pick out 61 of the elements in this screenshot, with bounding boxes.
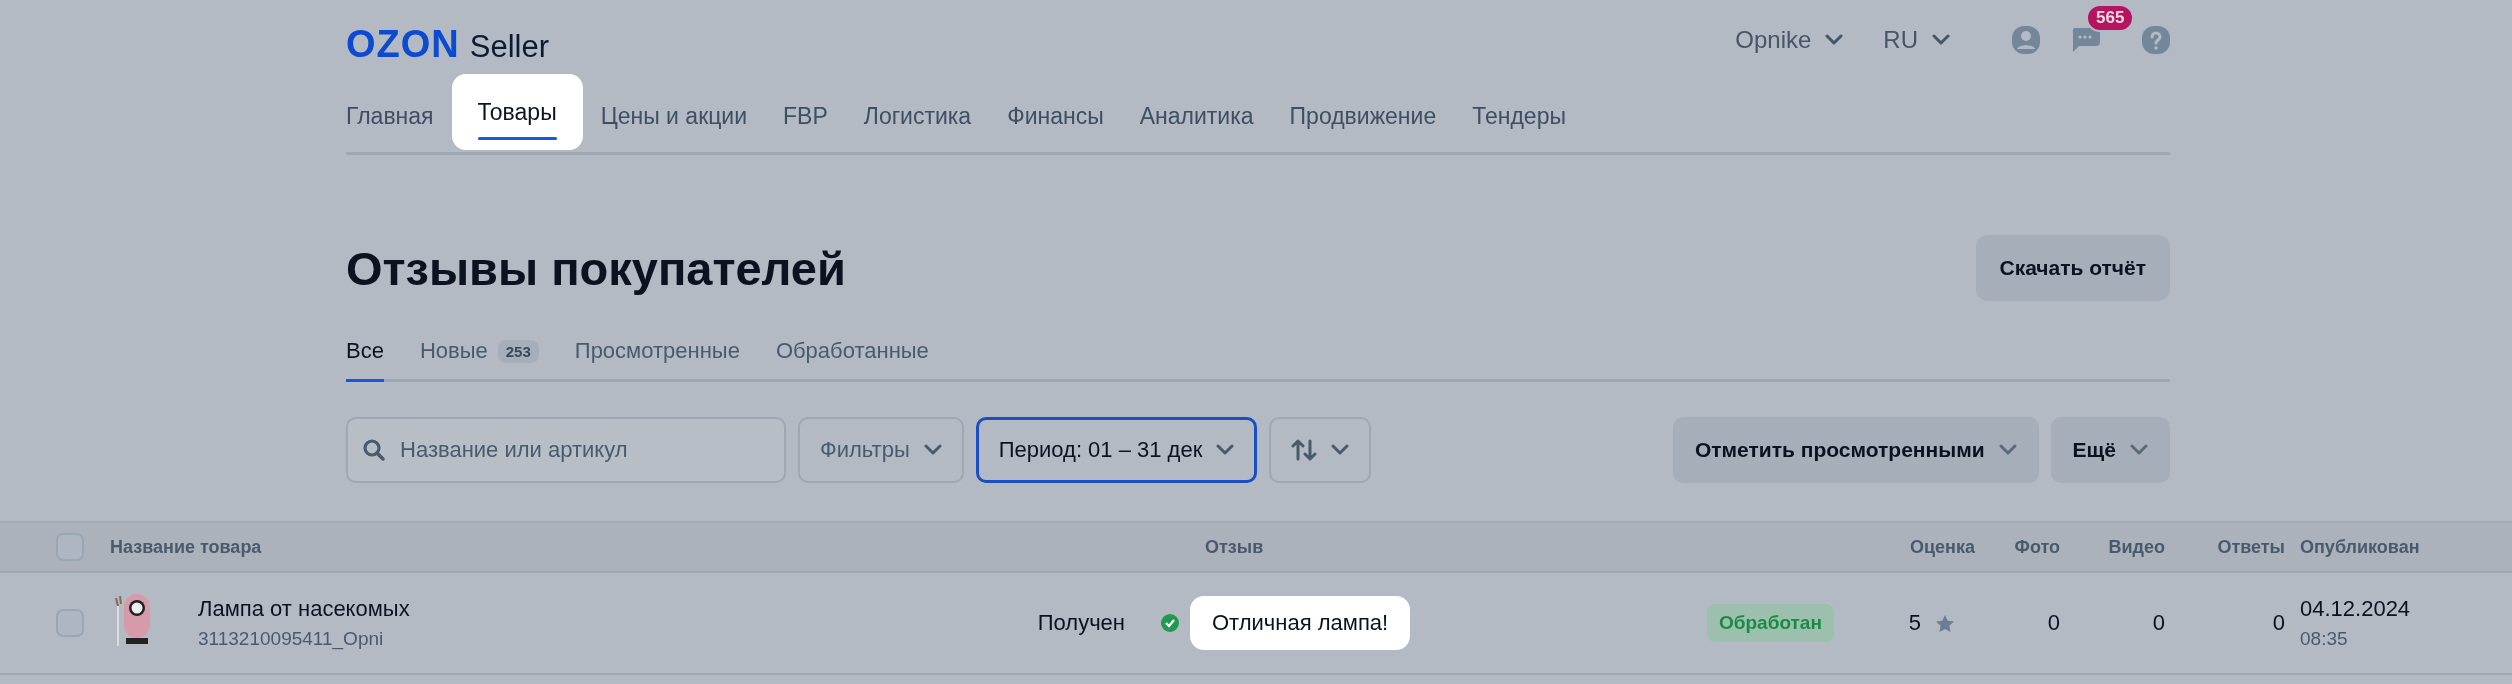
- nav-tab[interactable]: Главная: [346, 80, 452, 152]
- chevron-icon: [1825, 34, 1844, 46]
- review-text[interactable]: Отличная лампа!: [1190, 596, 1411, 650]
- check-circle-icon: [1160, 613, 1180, 633]
- language-dropdown[interactable]: RU: [1883, 26, 1950, 54]
- table-cell-text: 0: [2151, 610, 2165, 636]
- sort-dropdown[interactable]: [1269, 417, 1372, 483]
- filter-tab[interactable]: Просмотренные: [574, 323, 740, 382]
- nav-tab[interactable]: Товары: [451, 74, 583, 150]
- star-icon: [1935, 613, 1955, 633]
- checkbox[interactable]: [56, 609, 84, 637]
- logo[interactable]: OZON: [346, 22, 460, 66]
- logo-subtitle: Seller: [469, 28, 550, 65]
- nav-tab[interactable]: Логистика: [845, 80, 990, 152]
- column-header: Фото: [2013, 536, 2060, 558]
- filters-dropdown[interactable]: Фильтры: [798, 417, 964, 483]
- publish-date: 04.12.2024: [2300, 596, 2412, 622]
- download-report-button[interactable]: Скачать отчёт: [1975, 235, 2170, 301]
- table-cell-text: 0: [2046, 610, 2060, 636]
- rating-value: 5: [1908, 610, 1921, 636]
- chevron-icon: [1932, 34, 1950, 46]
- sort-icon: [1291, 438, 1318, 462]
- user-icon: [2012, 26, 2040, 54]
- nav-tab[interactable]: Цены и акции: [582, 80, 766, 152]
- notification-badge: 565: [2086, 4, 2135, 32]
- column-header: Название товара: [110, 536, 263, 558]
- nav-tab[interactable]: Финансы: [989, 80, 1122, 152]
- status-badge: Обработан: [1707, 604, 1834, 642]
- filter-tab[interactable]: Все: [346, 323, 384, 382]
- nav-tab[interactable]: Тендеры: [1454, 80, 1584, 152]
- chevron-icon: [1998, 444, 2017, 456]
- product-sku: 3113210095411_Opni: [198, 628, 385, 650]
- search-field[interactable]: Название или артикул: [346, 417, 786, 483]
- count-badge: 253: [497, 339, 539, 363]
- publish-time: 08:35: [2300, 628, 2349, 650]
- more-button[interactable]: Ещё: [2050, 417, 2170, 483]
- filter-tab[interactable]: Обработанные: [775, 323, 929, 382]
- nav-tab[interactable]: FBP: [765, 80, 846, 152]
- column-header: Ответы: [2216, 536, 2285, 558]
- chevron-icon: [1331, 444, 1350, 456]
- column-header: Отзыв: [1204, 536, 1265, 558]
- chevron-icon: [2130, 444, 2148, 456]
- period-dropdown[interactable]: Период: 01 – 31 дек: [975, 417, 1258, 483]
- product-name[interactable]: Лампа от насекомых: [198, 596, 410, 622]
- search-icon: [362, 438, 386, 462]
- mark-viewed-button[interactable]: Отметить просмотренными: [1672, 417, 2039, 483]
- column-header: Видео: [2107, 536, 2165, 558]
- review-state: Получен: [1036, 610, 1126, 636]
- chevron-icon: [1216, 444, 1235, 456]
- column-header: Оценка: [1909, 536, 1975, 558]
- column-header: Опубликован: [2299, 536, 2421, 558]
- nav-tab[interactable]: Продвижение: [1271, 80, 1455, 152]
- table-cell-text: 0: [2271, 610, 2285, 636]
- chat-icon[interactable]: [2070, 26, 2100, 54]
- page-title: Отзывы покупателей: [346, 240, 846, 296]
- chevron-icon: [923, 444, 942, 456]
- nav-tab[interactable]: Аналитика: [1121, 80, 1272, 152]
- account-dropdown[interactable]: Opnike: [1735, 26, 1844, 54]
- help-icon[interactable]: [2142, 26, 2170, 54]
- filter-tab[interactable]: Новые 253: [419, 323, 539, 382]
- tab-label: Новые: [419, 338, 488, 364]
